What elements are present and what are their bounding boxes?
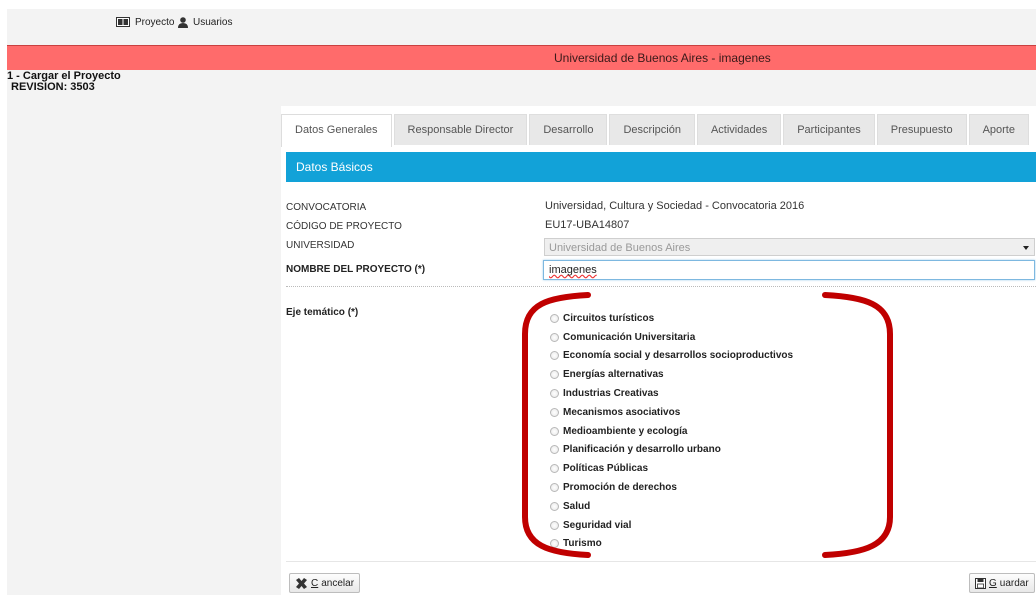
tab-responsable-director[interactable]: Responsable Director — [393, 114, 528, 145]
save-label-rest: uardar — [999, 577, 1029, 589]
tab-descripcion[interactable]: Descripción — [609, 114, 695, 145]
divider — [286, 286, 1036, 287]
user-icon — [178, 16, 188, 28]
cancel-accesskey: C — [311, 577, 319, 589]
save-button[interactable]: Guardar — [969, 573, 1035, 593]
universidad-selected-value: Universidad de Buenos Aires — [549, 242, 691, 254]
section-header: Datos Básicos — [286, 152, 1036, 182]
eje-tematico-label: Eje temático (*) — [286, 307, 359, 318]
convocatoria-label: CONVOCATORIA — [286, 202, 367, 213]
section-title: Datos Básicos — [296, 160, 373, 174]
nav-proyecto[interactable]: Proyecto — [116, 15, 174, 29]
dropdown-caret-icon — [1023, 246, 1029, 250]
tab-presupuesto[interactable]: Presupuesto — [876, 114, 967, 145]
revision-label: REVISION: 3503 — [11, 81, 95, 93]
codigo-value: EU17-UBA14807 — [545, 219, 630, 231]
app-canvas: Proyecto Usuarios Universidad de Buenos … — [7, 9, 1036, 595]
tab-actividades[interactable]: Actividades — [696, 114, 782, 145]
tab-aporte[interactable]: Aporte — [968, 114, 1029, 145]
nav-proyecto-label: Proyecto — [135, 16, 175, 28]
cancel-label-rest: ancelar — [321, 577, 355, 589]
cancel-x-icon — [296, 577, 307, 589]
annotation-right-bracket — [822, 292, 893, 558]
universidad-label: UNIVERSIDAD — [286, 240, 355, 251]
save-disk-icon — [975, 577, 986, 589]
nombre-proyecto-input[interactable]: imagenes — [543, 260, 1035, 280]
codigo-label: CÓDIGO DE PROYECTO — [286, 221, 402, 232]
footer-divider — [286, 561, 1036, 562]
annotation-left-bracket — [522, 292, 591, 558]
project-icon — [116, 17, 130, 27]
tab-participantes[interactable]: Participantes — [783, 114, 875, 145]
nav-usuarios-label: Usuarios — [193, 16, 233, 28]
convocatoria-value: Universidad, Cultura y Sociedad - Convoc… — [545, 200, 805, 212]
form-tabs: Datos Generales Responsable Director Des… — [281, 114, 1031, 148]
top-navigation: Proyecto Usuarios — [7, 9, 1036, 43]
project-form-panel: Datos Generales Responsable Director Des… — [281, 106, 1036, 595]
tab-datos-generales[interactable]: Datos Generales — [281, 114, 392, 147]
step-header: 1 - Cargar el Proyecto REVISION: 3503 — [7, 71, 121, 93]
nav-usuarios[interactable]: Usuarios — [178, 15, 232, 29]
save-accesskey: G — [989, 577, 997, 589]
banner-title: Universidad de Buenos Aires - imagenes — [554, 51, 771, 65]
cancel-button[interactable]: Cancelar — [289, 573, 361, 593]
tab-desarrollo[interactable]: Desarrollo — [529, 114, 608, 145]
universidad-select[interactable]: Universidad de Buenos Aires — [544, 238, 1035, 256]
nombre-label: NOMBRE DEL PROYECTO (*) — [286, 264, 426, 275]
nombre-proyecto-value: imagenes — [549, 264, 597, 276]
institution-banner: Universidad de Buenos Aires - imagenes — [7, 45, 1036, 70]
